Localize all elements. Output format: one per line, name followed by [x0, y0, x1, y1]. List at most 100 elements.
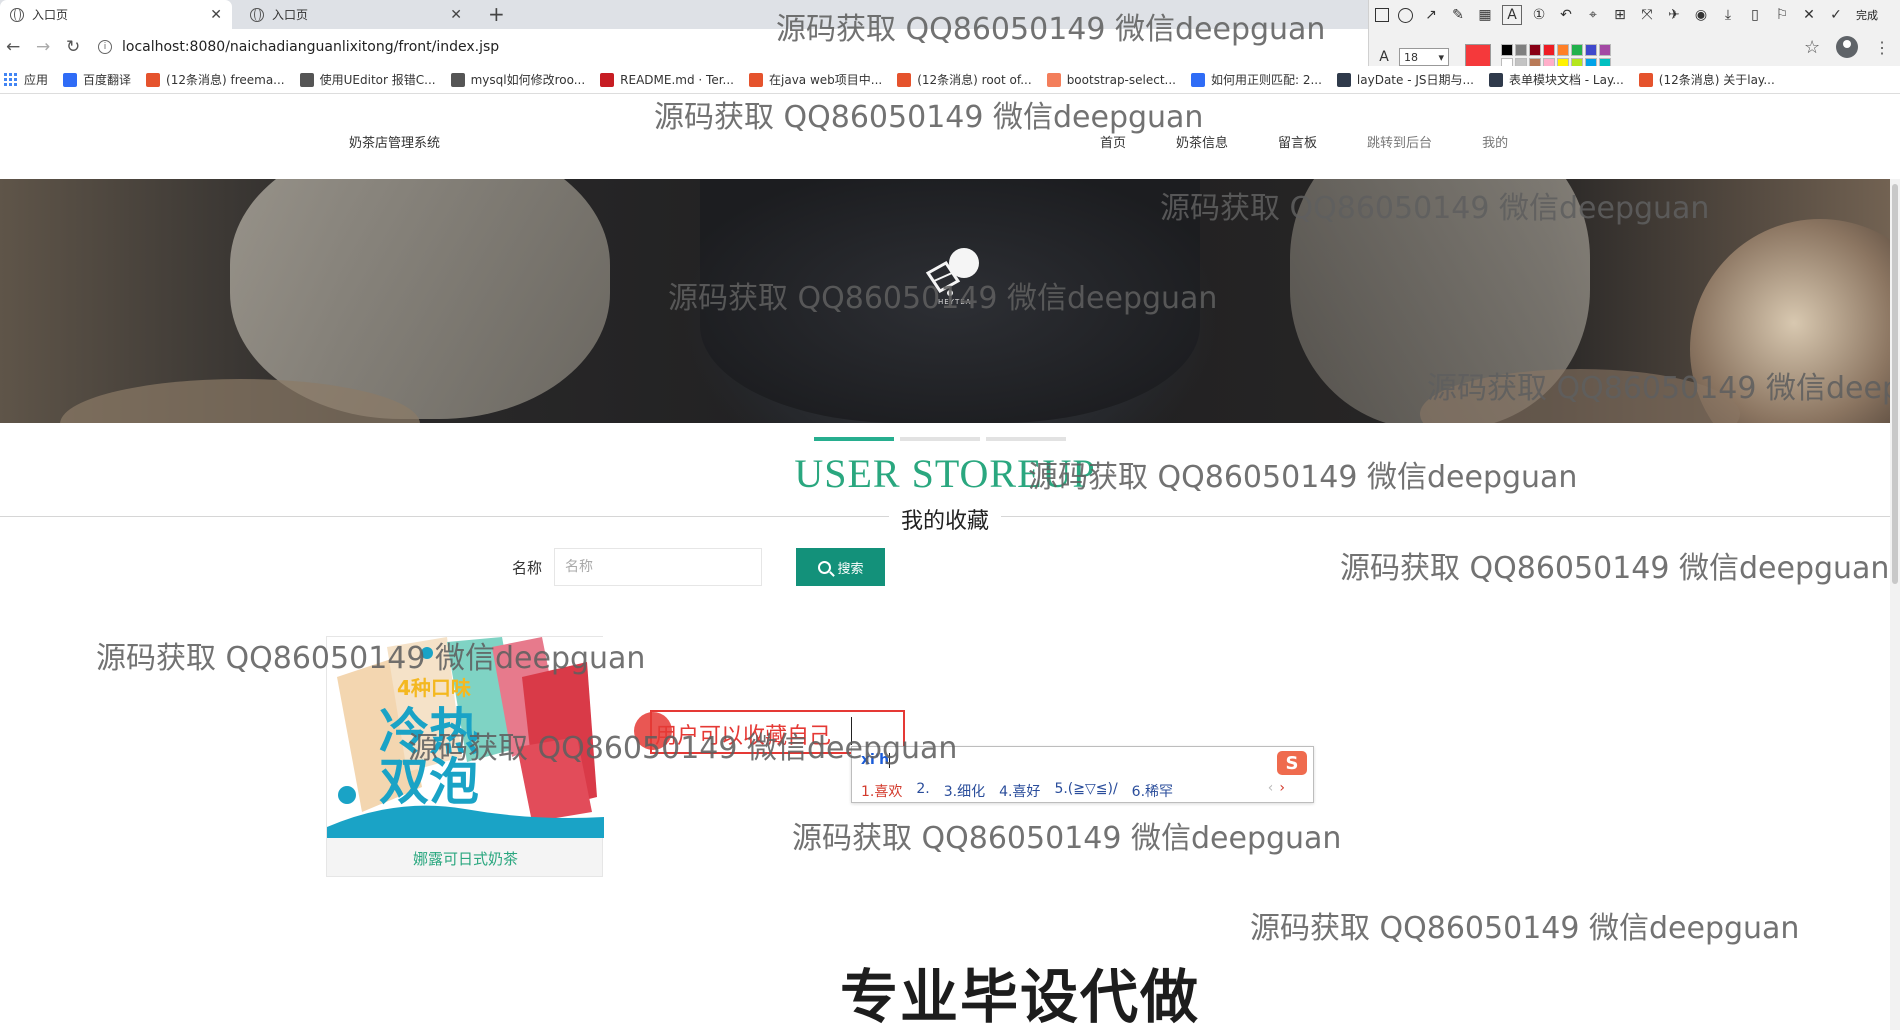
long-screenshot-icon[interactable]: ⤧	[1638, 6, 1656, 24]
color-swatch[interactable]	[1557, 44, 1569, 56]
pin-to-screen-icon[interactable]: ✈	[1665, 6, 1683, 24]
url-text: localhost:8080/naichadianguanlixitong/fr…	[122, 39, 500, 55]
bookmark-item[interactable]: bootstrap-select...	[1046, 72, 1176, 87]
search-button[interactable]: 搜索	[796, 548, 886, 586]
bookmark-item[interactable]: README.md · Ter...	[600, 72, 734, 87]
carousel-indicator[interactable]	[900, 437, 980, 441]
rectangle-tool-icon[interactable]	[1375, 8, 1389, 22]
new-tab-icon[interactable]: +	[488, 2, 505, 26]
text-tool-icon[interactable]: A	[1502, 5, 1522, 25]
nav-item[interactable]: 留言板	[1278, 132, 1317, 151]
gitee-icon	[600, 72, 615, 87]
csdn-icon	[897, 72, 912, 87]
arrow-tool-icon[interactable]: ↗	[1422, 6, 1440, 24]
nav-item[interactable]: 我的	[1482, 132, 1508, 151]
nav-item[interactable]: 首页	[1100, 132, 1126, 151]
ime-candidate[interactable]: 2.	[916, 781, 929, 801]
record-icon[interactable]: ◉	[1692, 6, 1710, 24]
ime-candidate[interactable]: 6.稀罕	[1132, 781, 1173, 801]
reload-icon[interactable]: ↻	[66, 37, 80, 57]
cancel-icon[interactable]: ✕	[1800, 6, 1818, 24]
search-label: 名称	[512, 558, 543, 577]
bookmark-item[interactable]: 如何用正则匹配: 2...	[1190, 71, 1322, 88]
ime-next-icon[interactable]: ›	[1279, 780, 1285, 796]
number-tool-icon[interactable]: ①	[1530, 6, 1548, 24]
carousel-indicators	[814, 437, 1066, 441]
bookmark-item[interactable]: 使用UEditor 报错C...	[299, 71, 436, 88]
bookmark-label: 应用	[24, 73, 49, 87]
section-subtitle-text: 我的收藏	[888, 509, 1001, 534]
favorite-item-name[interactable]: 娜露可日式奶茶	[327, 848, 604, 869]
tab-title: 入口页	[272, 8, 309, 22]
profile-icon[interactable]	[1836, 36, 1859, 58]
site-info-icon[interactable]: i	[98, 40, 112, 54]
color-swatch[interactable]	[1571, 44, 1583, 56]
star-icon[interactable]: ☆	[1804, 37, 1820, 58]
download-icon[interactable]: ⤓	[1719, 6, 1737, 24]
annotation-text[interactable]: 用户可以收藏自己	[655, 718, 831, 750]
ime-composition: xi'h	[861, 752, 891, 768]
ime-candidate-list: 1.喜欢 2. 3.细化 4.喜好 5.(≧▽≦)/ 6.稀罕	[861, 781, 1187, 801]
ime-candidate[interactable]: 5.(≧▽≦)/	[1054, 781, 1117, 801]
site-name[interactable]: 奶茶店管理系统	[349, 132, 440, 151]
bookmark-label: README.md · Ter...	[620, 72, 734, 87]
font-size-value: 18	[1404, 50, 1418, 64]
ime-prev-icon[interactable]: ‹	[1268, 780, 1274, 796]
ellipse-tool-icon[interactable]	[1398, 7, 1413, 23]
bookmark-item[interactable]: 表单模块文档 - Lay...	[1488, 71, 1624, 88]
bookmark-icon[interactable]: ⚐	[1773, 6, 1791, 24]
apps-shortcut[interactable]: 应用	[4, 71, 48, 88]
color-swatch[interactable]	[1529, 44, 1541, 56]
pen-tool-icon[interactable]: ✎	[1449, 6, 1467, 24]
close-tab-icon[interactable]: ✕	[450, 7, 462, 23]
ime-candidate[interactable]: 4.喜好	[999, 781, 1040, 801]
bookmark-item[interactable]: layDate - JS日期与...	[1336, 71, 1474, 88]
bookmark-label: 使用UEditor 报错C...	[319, 73, 436, 87]
bookmark-item[interactable]: (12条消息) freema...	[146, 71, 285, 88]
ime-page-arrows[interactable]: ‹ ›	[1268, 780, 1285, 796]
forward-icon[interactable]: →	[36, 37, 50, 57]
bookmark-item[interactable]: 在java web项目中...	[749, 71, 882, 88]
color-swatch[interactable]	[1515, 44, 1527, 56]
undo-icon[interactable]: ↶	[1557, 6, 1575, 24]
browser-tab[interactable]: 入口页 ✕	[240, 0, 472, 29]
scrollbar-thumb[interactable]	[1892, 184, 1898, 584]
mosaic-tool-icon[interactable]: ▦	[1476, 6, 1494, 24]
bookmark-item[interactable]: 百度翻译	[63, 71, 131, 88]
favorite-item-card[interactable]: 4种口味 冷热 双泡 娜露可日式奶茶	[326, 636, 604, 877]
browser-tab-active[interactable]: 入口页 ✕	[0, 0, 232, 29]
ime-candidate[interactable]: 3.细化	[944, 781, 985, 801]
color-swatch[interactable]	[1501, 44, 1513, 56]
csdn-icon	[749, 72, 763, 87]
site-header: 奶茶店管理系统 首页 奶茶信息 留言板 跳转到后台 我的	[0, 94, 1890, 179]
done-button[interactable]: 完成	[1856, 7, 1878, 23]
color-swatch[interactable]	[1543, 44, 1555, 56]
ime-candidate[interactable]: 1.喜欢	[861, 781, 902, 801]
bookmark-item[interactable]: (12条消息) root of...	[897, 71, 1032, 88]
font-size-select[interactable]: 18 ▾	[1399, 48, 1449, 66]
url-field[interactable]: i localhost:8080/naichadianguanlixitong/…	[98, 33, 1358, 61]
kebab-menu-icon[interactable]: ⋮	[1874, 38, 1890, 57]
color-swatch[interactable]	[1585, 44, 1597, 56]
watermark-text: 源码获取 QQ86050149 微信deepguan	[1340, 551, 1890, 586]
phone-icon[interactable]: ▯	[1746, 6, 1764, 24]
ocr-tool-icon[interactable]: ⊞	[1611, 6, 1629, 24]
carousel-indicator[interactable]	[814, 437, 894, 441]
favorite-item-image[interactable]: 4种口味 冷热 双泡	[327, 637, 604, 838]
search-input[interactable]	[554, 548, 763, 586]
pin-tool-icon[interactable]: ⌖	[1584, 6, 1602, 24]
done-check-icon[interactable]: ✓	[1827, 6, 1845, 24]
sogou-ime-icon: S	[1277, 751, 1307, 775]
bookmark-item[interactable]: (12条消息) 关于lay...	[1638, 71, 1775, 88]
nav-item[interactable]: 奶茶信息	[1176, 132, 1228, 151]
close-tab-icon[interactable]: ✕	[210, 7, 222, 23]
milk-tea-package-image: 4种口味 冷热 双泡	[327, 637, 604, 838]
color-swatch[interactable]	[1599, 44, 1611, 56]
package-text: 4种口味	[397, 676, 471, 700]
search-button-label: 搜索	[837, 561, 864, 577]
back-icon[interactable]: ←	[6, 37, 20, 57]
nav-item[interactable]: 跳转到后台	[1367, 132, 1432, 151]
carousel-indicator[interactable]	[986, 437, 1066, 441]
bookmark-label: bootstrap-select...	[1066, 72, 1176, 87]
bookmark-item[interactable]: mysql如何修改roo...	[450, 71, 585, 88]
